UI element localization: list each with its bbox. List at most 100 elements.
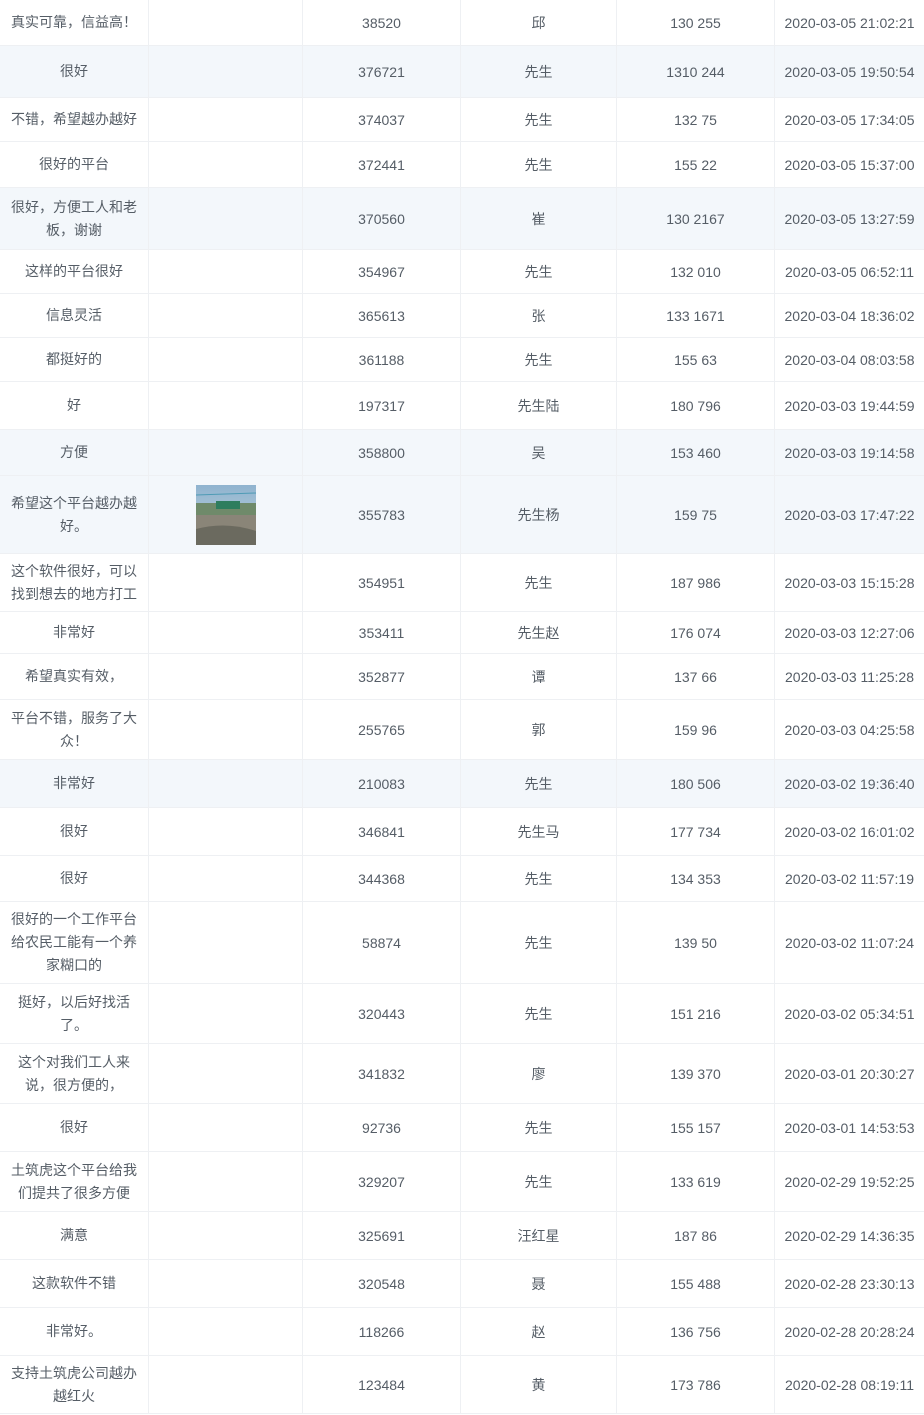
table-row[interactable]: 希望这个平台越办越好。 355783 先生杨 159 75 2020-03-03 17:… — [0, 476, 924, 554]
id-cell: 255765 — [302, 700, 460, 759]
id-cell: 353411 — [302, 612, 460, 653]
feedback-text-cell: 信息灵活 — [46, 307, 102, 323]
attachment-cell — [148, 188, 302, 249]
phone-cell: 134 353 — [616, 856, 774, 901]
name-cell: 先生 — [460, 1152, 616, 1211]
phone-cell: 132 010 — [616, 250, 774, 293]
timestamp-cell: 2020-03-03 19:14:58 — [774, 430, 924, 475]
feedback-text-cell: 非常好 — [53, 624, 95, 640]
id-cell: 374037 — [302, 98, 460, 141]
phone-cell: 155 488 — [616, 1260, 774, 1307]
attachment-cell — [148, 984, 302, 1043]
timestamp-cell: 2020-03-03 19:44:59 — [774, 382, 924, 429]
table-row[interactable]: 支持土筑虎公司越办越红火 123484 黄 173 786 2020-02-28 08:… — [0, 1356, 924, 1414]
table-row[interactable]: 方便 358800 吴 153 460 2020-03-03 19:14:58 — [0, 430, 924, 476]
feedback-text-cell: 挺好，以后好找活了。 — [18, 993, 130, 1033]
timestamp-cell: 2020-03-05 19:50:54 — [774, 46, 924, 97]
attachment-cell — [148, 760, 302, 807]
phone-cell: 133 1671 — [616, 294, 774, 337]
name-cell: 崔 — [460, 188, 616, 249]
table-row[interactable]: 信息灵活 365613 张 133 1671 2020-03-04 18:36:02 — [0, 294, 924, 338]
attachment-cell — [148, 808, 302, 855]
table-row[interactable]: 很好的平台 372441 先生 155 22 2020-03-05 15:37:00 — [0, 142, 924, 188]
name-cell: 先生 — [460, 902, 616, 983]
table-row[interactable]: 希望真实有效， 352877 谭 137 66 2020-03-03 11:25:28 — [0, 654, 924, 700]
table-row[interactable]: 很好，方便工人和老板，谢谢 370560 崔 130 2167 2020-03-05 1… — [0, 188, 924, 250]
name-cell: 先生 — [460, 856, 616, 901]
id-cell: 123484 — [302, 1356, 460, 1413]
table-row[interactable]: 都挺好的 361188 先生 155 63 2020-03-04 08:03:58 — [0, 338, 924, 382]
table-row[interactable]: 很好的一个工作平台给农民工能有一个养家糊口的 58874 先生 139 50 2020-… — [0, 902, 924, 984]
attachment-cell — [148, 250, 302, 293]
id-cell: 325691 — [302, 1212, 460, 1259]
table-row[interactable]: 不错，希望越办越好 374037 先生 132 75 2020-03-05 17:34:… — [0, 98, 924, 142]
table-row[interactable]: 好 197317 先生陆 180 796 2020-03-03 19:44:59 — [0, 382, 924, 430]
attachment-cell — [148, 1104, 302, 1151]
phone-cell: 132 75 — [616, 98, 774, 141]
attachment-cell — [148, 338, 302, 381]
phone-cell: 1310 244 — [616, 46, 774, 97]
attachment-thumbnail-image[interactable] — [195, 484, 256, 545]
table-row[interactable]: 这款软件不错 320548 聂 155 488 2020-02-28 23:30:13 — [0, 1260, 924, 1308]
attachment-cell — [148, 1152, 302, 1211]
table-row[interactable]: 挺好，以后好找活了。 320443 先生 151 216 2020-03-02 05:3… — [0, 984, 924, 1044]
table-row[interactable]: 很好 92736 先生 155 157 2020-03-01 14:53:53 — [0, 1104, 924, 1152]
name-cell: 先生马 — [460, 808, 616, 855]
attachment-cell — [148, 654, 302, 699]
table-row[interactable]: 这个对我们工人来说，很方便的， 341832 廖 139 370 2020-03-01 … — [0, 1044, 924, 1104]
name-cell: 先生 — [460, 984, 616, 1043]
id-cell: 329207 — [302, 1152, 460, 1211]
phone-cell: 159 75 — [616, 476, 774, 553]
id-cell: 358800 — [302, 430, 460, 475]
timestamp-cell: 2020-02-28 08:19:11 — [774, 1356, 924, 1413]
phone-cell: 130 255 — [616, 0, 774, 45]
table-row[interactable]: 很好 376721 先生 1310 244 2020-03-05 19:50:54 — [0, 46, 924, 98]
name-cell: 汪红星 — [460, 1212, 616, 1259]
attachment-cell — [148, 476, 302, 553]
phone-cell: 155 63 — [616, 338, 774, 381]
name-cell: 聂 — [460, 1260, 616, 1307]
timestamp-cell: 2020-03-05 06:52:11 — [774, 250, 924, 293]
table-row[interactable]: 很好 344368 先生 134 353 2020-03-02 11:57:19 — [0, 856, 924, 902]
table-row[interactable]: 这个软件很好，可以找到想去的地方打工 354951 先生 187 986 2020-03… — [0, 554, 924, 612]
name-cell: 廖 — [460, 1044, 616, 1103]
phone-cell: 187 86 — [616, 1212, 774, 1259]
timestamp-cell: 2020-03-05 13:27:59 — [774, 188, 924, 249]
table-row[interactable]: 满意 325691 汪红星 187 86 2020-02-29 14:36:35 — [0, 1212, 924, 1260]
table-row[interactable]: 非常好 353411 先生赵 176 074 2020-03-03 12:27:06 — [0, 612, 924, 654]
table-row[interactable]: 很好 346841 先生马 177 734 2020-03-02 16:01:02 — [0, 808, 924, 856]
phone-cell: 180 796 — [616, 382, 774, 429]
feedback-text-cell: 很好 — [60, 870, 88, 886]
table-row[interactable]: 这样的平台很好 354967 先生 132 010 2020-03-05 06:52:1… — [0, 250, 924, 294]
name-cell: 先生 — [460, 46, 616, 97]
id-cell: 118266 — [302, 1308, 460, 1355]
timestamp-cell: 2020-03-03 15:15:28 — [774, 554, 924, 611]
name-cell: 赵 — [460, 1308, 616, 1355]
feedback-text-cell: 希望真实有效， — [25, 668, 123, 684]
feedback-text-cell: 土筑虎这个平台给我们提共了很多方便 — [11, 1161, 137, 1201]
name-cell: 先生赵 — [460, 612, 616, 653]
id-cell: 320548 — [302, 1260, 460, 1307]
name-cell: 张 — [460, 294, 616, 337]
feedback-text-cell: 好 — [67, 397, 81, 413]
attachment-cell — [148, 430, 302, 475]
phone-cell: 136 756 — [616, 1308, 774, 1355]
table-row[interactable]: 平台不错，服务了大众！ 255765 郭 159 96 2020-03-03 04:25… — [0, 700, 924, 760]
id-cell: 352877 — [302, 654, 460, 699]
timestamp-cell: 2020-03-04 08:03:58 — [774, 338, 924, 381]
attachment-cell — [148, 0, 302, 45]
phone-cell: 180 506 — [616, 760, 774, 807]
phone-cell: 153 460 — [616, 430, 774, 475]
timestamp-cell: 2020-03-05 15:37:00 — [774, 142, 924, 187]
name-cell: 谭 — [460, 654, 616, 699]
timestamp-cell: 2020-03-01 20:30:27 — [774, 1044, 924, 1103]
table-row[interactable]: 真实可靠，信益高！ 38520 邱 130 255 2020-03-05 21:02:2… — [0, 0, 924, 46]
table-row[interactable]: 非常好 210083 先生 180 506 2020-03-02 19:36:40 — [0, 760, 924, 808]
table-row[interactable]: 非常好。 118266 赵 136 756 2020-02-28 20:28:24 — [0, 1308, 924, 1356]
table-row[interactable]: 土筑虎这个平台给我们提共了很多方便 329207 先生 133 619 2020-02-… — [0, 1152, 924, 1212]
feedback-text-cell: 平台不错，服务了大众！ — [11, 709, 137, 749]
feedback-text-cell: 这个对我们工人来说，很方便的， — [18, 1053, 130, 1093]
attachment-cell — [148, 46, 302, 97]
id-cell: 58874 — [302, 902, 460, 983]
feedback-text-cell: 很好的一个工作平台给农民工能有一个养家糊口的 — [11, 911, 137, 973]
